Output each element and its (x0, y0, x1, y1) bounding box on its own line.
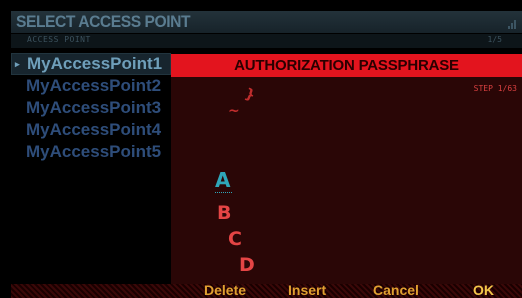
ok-button[interactable]: OK (473, 282, 494, 298)
access-point-label: MyAccessPoint3 (26, 98, 162, 117)
list-header-label: ACCESS POINT (27, 35, 91, 44)
char-option[interactable]: ~ (228, 103, 240, 119)
access-point-list: ▸ MyAccessPoint1 MyAccessPoint2 MyAccess… (11, 53, 171, 163)
access-point-label: MyAccessPoint1 (27, 54, 163, 73)
access-point-label: MyAccessPoint5 (26, 142, 162, 161)
char-option[interactable]: B (217, 202, 231, 224)
list-count: 1/5 (487, 35, 502, 44)
access-point-label: MyAccessPoint4 (26, 120, 162, 139)
list-header: ACCESS POINT 1/5 (11, 34, 522, 48)
signal-bars-icon (508, 19, 516, 29)
cursor-underline (215, 192, 232, 193)
function-bar: Delete Insert Cancel OK (11, 282, 522, 298)
cancel-button[interactable]: Cancel (373, 282, 419, 298)
char-option[interactable]: C (228, 228, 242, 250)
char-option[interactable]: D (239, 254, 255, 276)
access-point-item-5[interactable]: MyAccessPoint5 (11, 141, 171, 163)
title-bar: SELECT ACCESS POINT (11, 11, 522, 33)
access-point-item-1[interactable]: ▸ MyAccessPoint1 (11, 53, 171, 75)
current-char[interactable]: A (215, 168, 230, 192)
access-point-item-3[interactable]: MyAccessPoint3 (11, 97, 171, 119)
step-indicator: STEP 1/63 (473, 84, 517, 93)
char-option[interactable]: } (243, 86, 258, 104)
delete-button[interactable]: Delete (204, 282, 246, 298)
access-point-item-2[interactable]: MyAccessPoint2 (11, 75, 171, 97)
access-point-label: MyAccessPoint2 (26, 76, 162, 95)
selection-arrow-icon: ▸ (15, 59, 20, 69)
access-point-item-4[interactable]: MyAccessPoint4 (11, 119, 171, 141)
screen: SELECT ACCESS POINT ACCESS POINT 1/5 ▸ M… (0, 0, 522, 298)
dialog-title: AUTHORIZATION PASSPHRASE (171, 54, 522, 77)
page-title: SELECT ACCESS POINT (16, 12, 191, 31)
passphrase-dialog: AUTHORIZATION PASSPHRASE STEP 1/63 } ~ A… (171, 54, 522, 284)
insert-button[interactable]: Insert (288, 282, 326, 298)
